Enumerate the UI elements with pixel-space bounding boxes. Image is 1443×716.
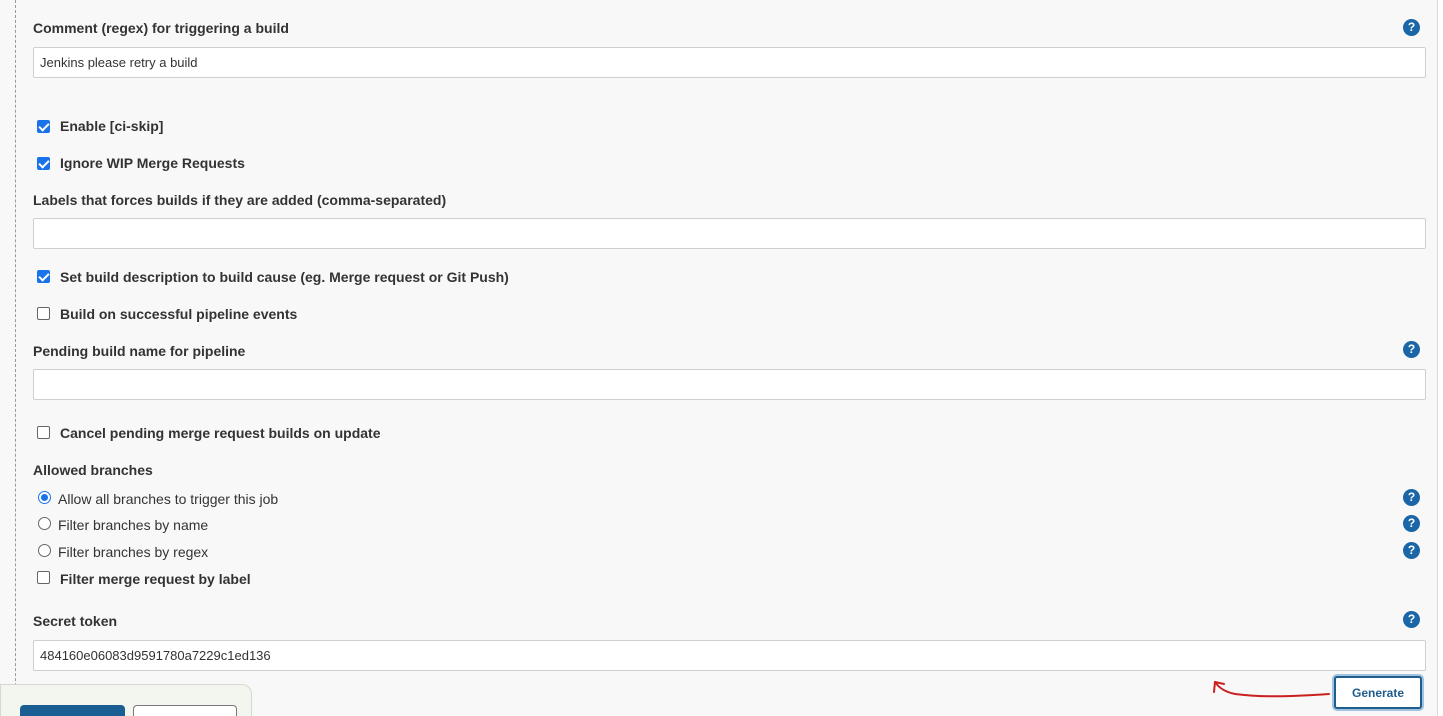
- filter-by-name-label: Filter branches by name: [58, 517, 209, 533]
- ignore-wip-label: Ignore WIP Merge Requests: [60, 155, 245, 171]
- set-build-description-checkbox[interactable]: [37, 270, 50, 283]
- pending-build-name-input[interactable]: [33, 369, 1426, 400]
- save-button[interactable]: [20, 705, 125, 716]
- build-on-pipeline-label: Build on successful pipeline events: [60, 306, 298, 322]
- generate-button[interactable]: Generate: [1334, 676, 1422, 709]
- apply-button[interactable]: [133, 705, 237, 716]
- set-build-description-label: Set build description to build cause (eg…: [60, 269, 509, 285]
- question-circle-icon[interactable]: ?: [1403, 542, 1420, 559]
- enable-ci-skip-label: Enable [ci-skip]: [60, 118, 164, 134]
- comment-trigger-input[interactable]: [33, 47, 1426, 78]
- labels-force-builds-input[interactable]: [33, 218, 1426, 249]
- allow-all-branches-radio[interactable]: [38, 491, 51, 504]
- build-on-pipeline-checkbox[interactable]: [37, 307, 50, 320]
- question-circle-icon[interactable]: ?: [1403, 341, 1420, 358]
- filter-by-name-radio[interactable]: [38, 517, 51, 530]
- comment-trigger-label: Comment (regex) for triggering a build: [33, 20, 289, 36]
- pending-build-name-label: Pending build name for pipeline: [33, 343, 246, 359]
- cancel-pending-label: Cancel pending merge request builds on u…: [60, 425, 381, 441]
- annotation-arrow-icon: [1213, 681, 1330, 698]
- question-circle-icon[interactable]: ?: [1403, 611, 1420, 628]
- allow-all-branches-label: Allow all branches to trigger this job: [58, 491, 279, 507]
- section-divider: [15, 0, 16, 716]
- question-circle-icon[interactable]: ?: [1403, 515, 1420, 532]
- filter-by-regex-label: Filter branches by regex: [58, 544, 209, 560]
- secret-token-input[interactable]: [33, 640, 1426, 671]
- secret-token-label: Secret token: [33, 613, 118, 629]
- labels-force-builds-label: Labels that forces builds if they are ad…: [33, 192, 447, 208]
- question-circle-icon[interactable]: ?: [1403, 489, 1420, 506]
- enable-ci-skip-checkbox[interactable]: [37, 120, 50, 133]
- jenkins-config-page: Comment (regex) for triggering a build ?…: [0, 0, 1443, 716]
- filter-by-label-checkbox[interactable]: [37, 571, 50, 584]
- ignore-wip-checkbox[interactable]: [37, 157, 50, 170]
- scrollbar-track[interactable]: [1437, 0, 1443, 716]
- cancel-pending-checkbox[interactable]: [37, 426, 50, 439]
- filter-by-regex-radio[interactable]: [38, 544, 51, 557]
- allowed-branches-title: Allowed branches: [33, 462, 153, 478]
- filter-by-label-label: Filter merge request by label: [60, 571, 251, 587]
- question-circle-icon[interactable]: ?: [1403, 19, 1420, 36]
